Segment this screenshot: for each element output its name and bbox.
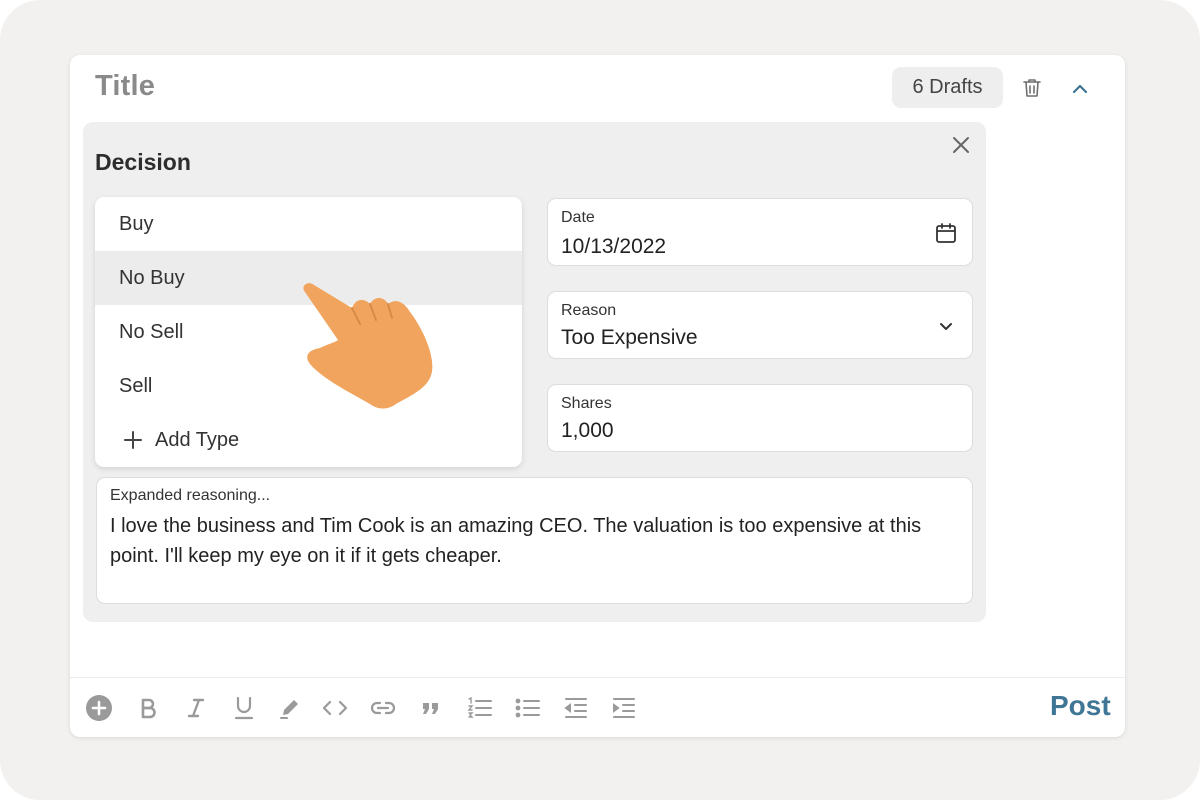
shares-value[interactable]: 1,000 [561,419,614,443]
reason-label: Reason [561,302,617,319]
chevron-up-icon[interactable] [1068,77,1092,101]
italic-icon[interactable] [182,694,210,722]
date-field[interactable]: Date 10/13/2022 [547,198,973,266]
reasoning-label: Expanded reasoning... [110,487,271,504]
reason-value[interactable]: Too Expensive [561,326,698,350]
bold-icon[interactable] [134,694,162,722]
chevron-down-icon[interactable] [934,314,958,338]
pointing-hand-icon [303,283,433,409]
highlight-pen-icon[interactable] [276,694,304,722]
post-button[interactable]: Post [1050,690,1111,722]
underline-icon[interactable] [230,694,258,722]
menu-item-buy[interactable]: Buy [95,197,522,251]
reason-select[interactable]: Reason Too Expensive [547,291,973,359]
decision-panel: Decision Buy No Buy No Sell Sell Add Typ… [83,122,986,622]
app-frame: Title 6 Drafts Decision Buy No Buy No Se… [0,0,1200,800]
outdent-icon[interactable] [562,694,590,722]
bulleted-list-icon[interactable] [514,694,542,722]
add-circle-icon[interactable] [85,694,113,722]
trash-icon[interactable] [1020,76,1044,100]
title-input[interactable]: Title [95,70,155,103]
reasoning-text[interactable]: I love the business and Tim Cook is an a… [110,511,960,571]
code-icon[interactable] [321,694,349,722]
add-type-button[interactable]: Add Type [95,413,522,467]
editor-card: Title 6 Drafts Decision Buy No Buy No Se… [70,55,1125,737]
date-value[interactable]: 10/13/2022 [561,235,666,259]
link-icon[interactable] [369,694,397,722]
drafts-button[interactable]: 6 Drafts [892,67,1003,108]
add-type-label: Add Type [155,428,240,451]
decision-heading: Decision [95,149,191,175]
numbered-list-icon[interactable] [466,694,494,722]
indent-icon[interactable] [610,694,638,722]
shares-label: Shares [561,395,612,412]
shares-field[interactable]: Shares 1,000 [547,384,973,452]
calendar-icon[interactable] [934,221,958,245]
quote-icon[interactable] [417,694,445,722]
plus-icon [124,431,142,449]
date-label: Date [561,209,595,226]
close-icon[interactable] [949,133,973,157]
reasoning-textarea[interactable]: Expanded reasoning... I love the busines… [96,477,973,604]
formatting-toolbar: Post [70,678,1125,737]
